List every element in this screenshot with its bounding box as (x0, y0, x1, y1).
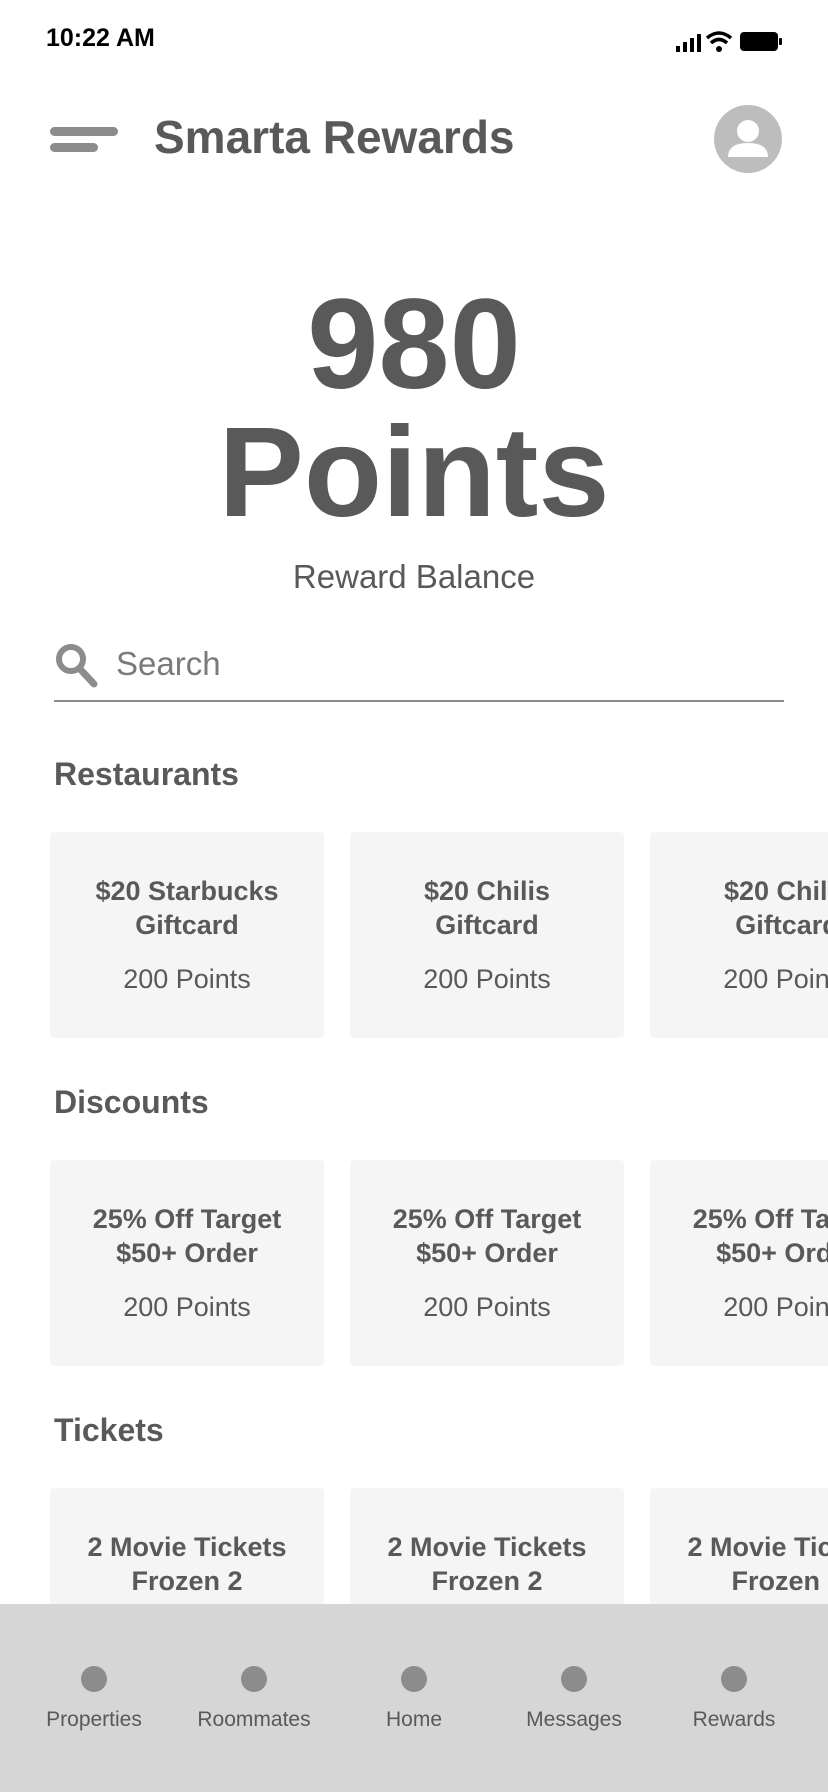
reward-card-title-line2: $50+ Order (416, 1238, 558, 1268)
reward-card-title-line2: Frozen 2 (431, 1566, 543, 1596)
hamburger-menu-icon[interactable] (50, 124, 118, 154)
reward-balance-label: Reward Balance (292, 558, 536, 595)
reward-card[interactable]: 25% Off Target $50+ Order 200 Points (650, 1160, 828, 1366)
app-title: Smarta Rewards (154, 111, 515, 163)
reward-card[interactable]: $20 Chilis Giftcard 200 Points (650, 832, 828, 1038)
reward-card-title: 2 Movie Tickets Frozen 2 (60, 1530, 314, 1598)
reward-card-title-line2: Giftcard (135, 910, 239, 940)
status-bar: 10:22 AM (0, 0, 828, 80)
reward-card-points: 200 Points (123, 964, 251, 994)
reward-card-points: 200 Points (723, 1292, 828, 1322)
nav-item-rewards[interactable]: Rewards (654, 1604, 814, 1792)
reward-card-title-line2: Giftcard (435, 910, 539, 940)
nav-item-home[interactable]: Home (334, 1604, 494, 1792)
reward-card-title-line1: 25% Off Target (692, 1204, 828, 1234)
nav-dot-icon (241, 1666, 267, 1692)
reward-card[interactable]: $20 Starbucks Giftcard 200 Points (50, 832, 324, 1038)
reward-card-points: 200 Points (723, 964, 828, 994)
reward-card-title-line2: Frozen 2 (731, 1566, 828, 1596)
reward-card-title-line2: $50+ Order (716, 1238, 828, 1268)
reward-card-points: 200 Points (423, 1292, 551, 1322)
reward-card-title-line2: Giftcard (735, 910, 828, 940)
reward-card-title-line1: $20 Chilis (723, 876, 828, 906)
reward-card[interactable]: 25% Off Target $50+ Order 200 Points (50, 1160, 324, 1366)
nav-dot-icon (721, 1666, 747, 1692)
discounts-card-row: 25% Off Target $50+ Order 200 Points 25%… (50, 1160, 828, 1366)
status-time: 10:22 AM (46, 24, 155, 52)
nav-item-messages[interactable]: Messages (494, 1604, 654, 1792)
nav-label: Home (385, 1708, 443, 1731)
section-title-discounts: Discounts (54, 1084, 209, 1120)
reward-card-points: 200 Points (123, 1292, 251, 1322)
section-title-restaurants: Restaurants (54, 756, 239, 792)
reward-card-title: 2 Movie Tickets Frozen 2 (360, 1530, 614, 1598)
reward-card-title: 25% Off Target $50+ Order (660, 1202, 828, 1270)
reward-card-title-line2: Frozen 2 (131, 1566, 243, 1596)
battery-icon (740, 32, 782, 51)
reward-card-title-line2: $50+ Order (116, 1238, 258, 1268)
restaurants-card-row: $20 Starbucks Giftcard 200 Points $20 Ch… (50, 832, 828, 1038)
reward-card-title: $20 Starbucks Giftcard (60, 874, 314, 942)
search-bar (54, 632, 784, 702)
section-title-tickets: Tickets (54, 1412, 164, 1448)
points-balance-number: 980 (307, 273, 521, 416)
nav-label: Messages (526, 1708, 622, 1731)
reward-card-title: $20 Chilis Giftcard (660, 874, 828, 942)
reward-card-title-line1: $20 Chilis (423, 876, 551, 906)
reward-card[interactable]: $20 Chilis Giftcard 200 Points (350, 832, 624, 1038)
nav-label: Rewards (692, 1708, 776, 1731)
nav-dot-icon (81, 1666, 107, 1692)
reward-card-title-line1: $20 Starbucks (95, 876, 279, 906)
reward-card[interactable]: 25% Off Target $50+ Order 200 Points (350, 1160, 624, 1366)
user-avatar-icon[interactable] (714, 105, 782, 173)
reward-card-title: 25% Off Target $50+ Order (360, 1202, 614, 1270)
nav-dot-icon (561, 1666, 587, 1692)
nav-item-properties[interactable]: Properties (14, 1604, 174, 1792)
reward-card-points: 200 Points (423, 964, 551, 994)
nav-label: Properties (46, 1708, 142, 1731)
signal-icon (676, 34, 701, 52)
reward-card-title: 25% Off Target $50+ Order (60, 1202, 314, 1270)
reward-card-title: $20 Chilis Giftcard (360, 874, 614, 942)
reward-card-title: 2 Movie Tickets Frozen 2 (660, 1530, 828, 1598)
bottom-nav: Properties Roommates Home Messages Rewar… (0, 1604, 828, 1792)
reward-card-title-line1: 2 Movie Tickets (387, 1532, 587, 1562)
status-icons (674, 28, 784, 58)
wifi-icon (705, 31, 733, 52)
reward-card-title-line1: 25% Off Target (392, 1204, 582, 1234)
reward-card-title-line1: 25% Off Target (92, 1204, 282, 1234)
reward-card-title-line1: 2 Movie Tickets (687, 1532, 828, 1562)
points-balance-unit: Points (218, 401, 610, 544)
search-icon[interactable] (54, 642, 98, 688)
nav-item-roommates[interactable]: Roommates (174, 1604, 334, 1792)
search-input[interactable] (116, 638, 776, 690)
nav-dot-icon (401, 1666, 427, 1692)
nav-label: Roommates (197, 1708, 311, 1731)
reward-card-title-line1: 2 Movie Tickets (87, 1532, 287, 1562)
